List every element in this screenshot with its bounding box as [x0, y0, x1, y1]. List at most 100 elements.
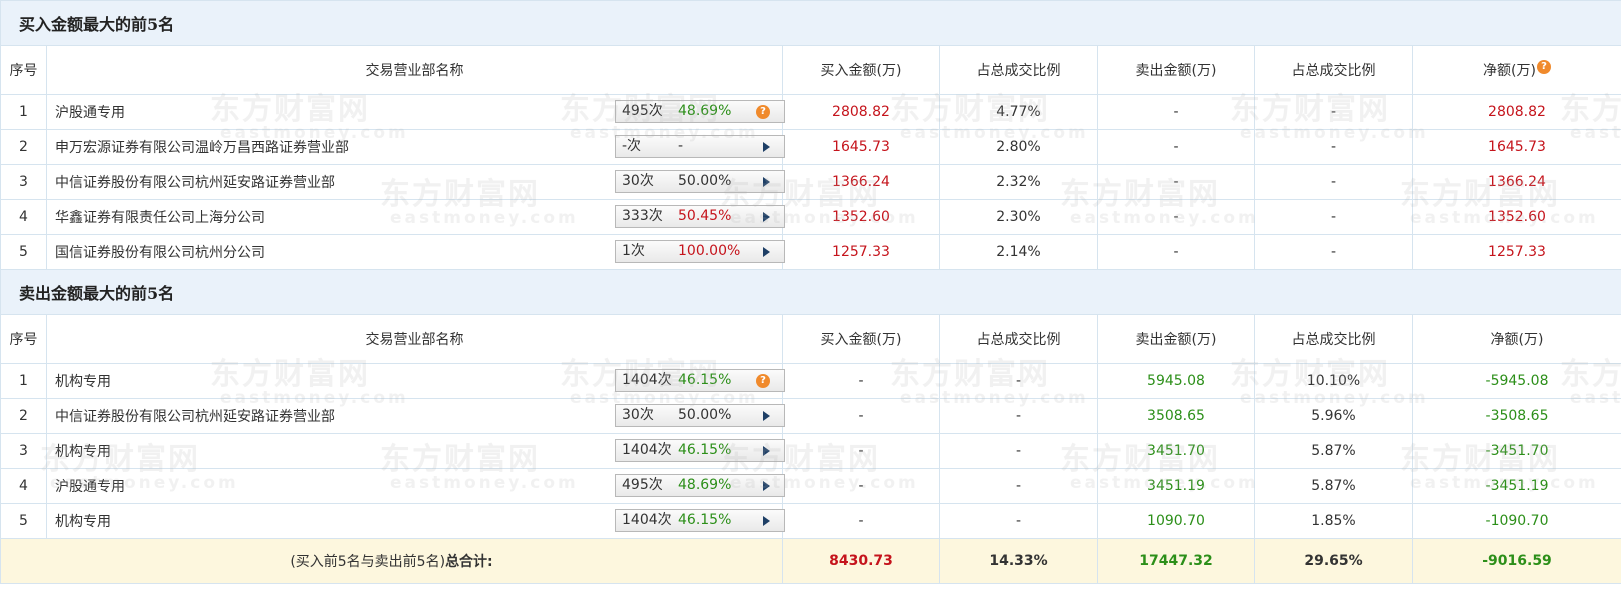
- sell-ratio: -: [1254, 199, 1413, 235]
- expand-arrow-icon[interactable]: [763, 212, 770, 222]
- win-rate: 46.15%: [678, 372, 732, 388]
- expand-arrow-icon[interactable]: [763, 446, 770, 456]
- broker-name[interactable]: 沪股通专用: [55, 105, 125, 121]
- buy-ratio: -: [939, 433, 1098, 469]
- win-rate: 48.69%: [678, 477, 732, 493]
- broker-name[interactable]: 申万宏源证券有限公司温岭万昌西路证券营业部: [55, 140, 349, 156]
- col-buy-amount: 买入金额(万): [782, 314, 940, 364]
- broker-name[interactable]: 机构专用: [55, 374, 111, 390]
- win-rate: 50.00%: [678, 173, 732, 189]
- col-index: 序号: [0, 45, 47, 95]
- broker-cell: 机构专用 1404次 46.15%?: [46, 363, 785, 399]
- help-icon[interactable]: ?: [756, 374, 770, 388]
- broker-cell: 沪股通专用 495次 48.69%?: [46, 94, 785, 130]
- broker-name[interactable]: 华鑫证券有限责任公司上海分公司: [55, 210, 265, 226]
- table-row: 4 华鑫证券有限责任公司上海分公司 333次 50.45% 1352.60 2.30% - -…: [0, 199, 1621, 235]
- net-amount: -5945.08: [1411, 363, 1621, 399]
- net-amount: -1090.70: [1411, 503, 1621, 539]
- row-index: 2: [0, 398, 47, 434]
- broker-cell: 华鑫证券有限责任公司上海分公司 333次 50.45%: [46, 199, 785, 235]
- row-index: 2: [0, 129, 47, 165]
- row-index: 3: [0, 433, 47, 469]
- broker-stats-box[interactable]: 495次 48.69%: [615, 474, 785, 497]
- expand-arrow-icon[interactable]: [763, 247, 770, 257]
- total-sell-ratio: 29.65%: [1254, 538, 1413, 584]
- col-net-amount: 净额(万): [1411, 314, 1621, 364]
- broker-name[interactable]: 机构专用: [55, 444, 111, 460]
- sell-amount: 3451.19: [1097, 468, 1255, 504]
- help-icon[interactable]: ?: [1536, 60, 1551, 74]
- sell-ratio: -: [1254, 164, 1413, 200]
- buy-section-header: 买入金额最大的前5名: [0, 0, 1621, 46]
- net-amount: 1352.60: [1411, 199, 1621, 235]
- table-row: 3 中信证券股份有限公司杭州延安路证券营业部 30次 50.00% 1366.24 2.3…: [0, 164, 1621, 200]
- buy-amount: -: [782, 398, 940, 434]
- sell-ratio: -: [1254, 129, 1413, 165]
- buy-ratio: 2.32%: [939, 164, 1098, 200]
- row-index: 5: [0, 234, 47, 270]
- buy-ratio: 2.30%: [939, 199, 1098, 235]
- row-index: 1: [0, 363, 47, 399]
- broker-stats-box[interactable]: 1404次 46.15%: [615, 439, 785, 462]
- broker-stats-box[interactable]: 30次 50.00%: [615, 404, 785, 427]
- table-row: 2 中信证券股份有限公司杭州延安路证券营业部 30次 50.00% - -3508.65 5…: [0, 398, 1621, 434]
- broker-name[interactable]: 机构专用: [55, 514, 111, 530]
- broker-name[interactable]: 沪股通专用: [55, 479, 125, 495]
- col-net-amount: 净额(万)?: [1411, 45, 1621, 95]
- broker-stats-box[interactable]: 333次 50.45%: [615, 205, 785, 228]
- net-amount: 1257.33: [1411, 234, 1621, 270]
- row-index: 3: [0, 164, 47, 200]
- broker-cell: 机构专用 1404次 46.15%: [46, 433, 785, 469]
- expand-arrow-icon[interactable]: [763, 177, 770, 187]
- help-icon[interactable]: ?: [756, 105, 770, 119]
- sell-ratio: -: [1254, 234, 1413, 270]
- broker-name[interactable]: 中信证券股份有限公司杭州延安路证券营业部: [55, 175, 335, 191]
- broker-stats-box[interactable]: 1404次 46.15%?: [615, 369, 785, 392]
- broker-cell: 中信证券股份有限公司杭州延安路证券营业部 30次 50.00%: [46, 398, 785, 434]
- broker-stats-box[interactable]: 1次 100.00%: [615, 240, 785, 263]
- col-net-label: 净额(万): [1483, 63, 1536, 79]
- broker-cell: 申万宏源证券有限公司温岭万昌西路证券营业部 -次 -: [46, 129, 785, 165]
- buy-column-headers: 序号 交易营业部名称 买入金额(万) 占总成交比例 卖出金额(万) 占总成交比例…: [0, 45, 1621, 95]
- net-amount: 2808.82: [1411, 94, 1621, 130]
- col-buy-ratio: 占总成交比例: [939, 314, 1098, 364]
- sell-amount: -: [1097, 94, 1255, 130]
- table-row: 2 申万宏源证券有限公司温岭万昌西路证券营业部 -次 -1645.73 2.80% - -1…: [0, 129, 1621, 165]
- total-sell-value: 17447.32: [1139, 553, 1213, 569]
- buy-ratio: -: [939, 503, 1098, 539]
- sell-amount: -: [1097, 129, 1255, 165]
- broker-stats-box[interactable]: 30次 50.00%: [615, 170, 785, 193]
- sell-ratio: 5.87%: [1254, 468, 1413, 504]
- buy-ratio: 2.80%: [939, 129, 1098, 165]
- net-amount: -3508.65: [1411, 398, 1621, 434]
- expand-arrow-icon[interactable]: [763, 481, 770, 491]
- sell-amount: 3451.70: [1097, 433, 1255, 469]
- broker-stats-box[interactable]: -次 -: [615, 135, 785, 158]
- total-label-prefix: (买入前5名与卖出前5名): [290, 554, 446, 570]
- col-buy-ratio: 占总成交比例: [939, 45, 1098, 95]
- broker-name[interactable]: 国信证券股份有限公司杭州分公司: [55, 245, 265, 261]
- broker-stats-box[interactable]: 1404次 46.15%: [615, 509, 785, 532]
- table-row: 5 机构专用 1404次 46.15% - -1090.70 1.85% -1090.70: [0, 503, 1621, 539]
- buy-amount: 2808.82: [782, 94, 940, 130]
- sell-amount: 1090.70: [1097, 503, 1255, 539]
- col-broker-name: 交易营业部名称: [46, 45, 783, 95]
- buy-amount: -: [782, 503, 940, 539]
- broker-stats-box[interactable]: 495次 48.69%?: [615, 100, 785, 123]
- col-sell-amount: 卖出金额(万): [1097, 314, 1255, 364]
- buy-ratio: -: [939, 363, 1098, 399]
- expand-arrow-icon[interactable]: [763, 516, 770, 526]
- sell-amount: -: [1097, 234, 1255, 270]
- row-index: 4: [0, 199, 47, 235]
- expand-arrow-icon[interactable]: [763, 411, 770, 421]
- listing-count: 1404次: [622, 512, 672, 528]
- sell-column-headers: 序号 交易营业部名称 买入金额(万) 占总成交比例 卖出金额(万) 占总成交比例…: [0, 314, 1621, 364]
- expand-arrow-icon[interactable]: [763, 142, 770, 152]
- buy-section-title: 买入金额最大的前5名: [0, 0, 1621, 46]
- broker-name[interactable]: 中信证券股份有限公司杭州延安路证券营业部: [55, 409, 335, 425]
- broker-cell: 沪股通专用 495次 48.69%: [46, 468, 785, 504]
- broker-cell: 中信证券股份有限公司杭州延安路证券营业部 30次 50.00%: [46, 164, 785, 200]
- total-buy-ratio-value: 14.33%: [989, 553, 1048, 569]
- total-label: (买入前5名与卖出前5名)总合计:: [0, 538, 783, 584]
- win-rate: 100.00%: [678, 243, 741, 259]
